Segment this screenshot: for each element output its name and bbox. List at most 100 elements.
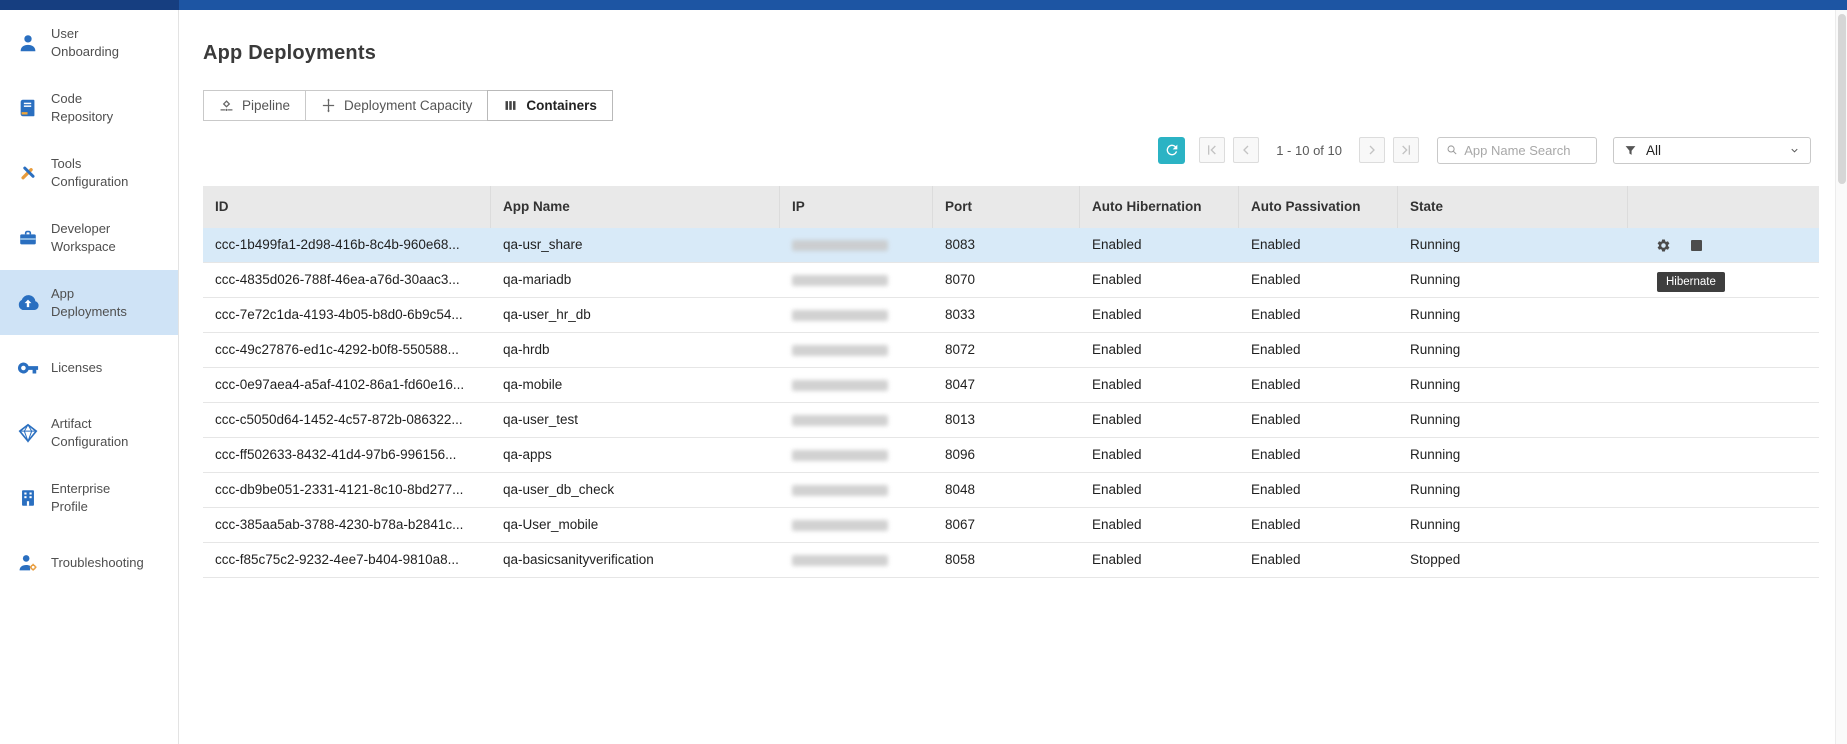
- sidebar-item-tools-configuration[interactable]: Tools Configuration: [0, 140, 178, 205]
- ip-redacted: [792, 380, 888, 391]
- cell-state: Running: [1398, 473, 1628, 507]
- cell-actions: [1628, 333, 1819, 367]
- user-icon: [16, 31, 40, 55]
- table-row[interactable]: ccc-f85c75c2-9232-4ee7-b404-9810a8... qa…: [203, 543, 1819, 578]
- sidebar-item-developer-workspace[interactable]: Developer Workspace: [0, 205, 178, 270]
- cell-ip: [780, 263, 933, 297]
- table-row[interactable]: ccc-7e72c1da-4193-4b05-b8d0-6b9c54... qa…: [203, 298, 1819, 333]
- column-header-state[interactable]: State: [1398, 186, 1628, 228]
- refresh-button[interactable]: [1158, 137, 1185, 164]
- capacity-icon: [321, 98, 336, 113]
- first-page-button[interactable]: [1199, 137, 1225, 163]
- cell-port: 8083: [933, 228, 1080, 262]
- sidebar-item-code-repository[interactable]: Code Repository: [0, 75, 178, 140]
- ip-redacted: [792, 275, 888, 286]
- search-input[interactable]: [1464, 143, 1588, 158]
- table-row[interactable]: ccc-0e97aea4-a5af-4102-86a1-fd60e16... q…: [203, 368, 1819, 403]
- column-header-app-name[interactable]: App Name: [491, 186, 780, 228]
- cell-ip: [780, 508, 933, 542]
- cell-auto-passivation: Enabled: [1239, 228, 1398, 262]
- table-row[interactable]: ccc-ff502633-8432-41d4-97b6-996156... qa…: [203, 438, 1819, 473]
- table-row[interactable]: ccc-c5050d64-1452-4c57-872b-086322... qa…: [203, 403, 1819, 438]
- cell-id: ccc-db9be051-2331-4121-8c10-8bd277...: [203, 473, 491, 507]
- column-header-auto-hibernation[interactable]: Auto Hibernation: [1080, 186, 1239, 228]
- sidebar-item-enterprise-profile[interactable]: Enterprise Profile: [0, 465, 178, 530]
- tab-pipeline[interactable]: Pipeline: [203, 90, 306, 121]
- stop-icon[interactable]: [1691, 240, 1702, 251]
- cell-id: ccc-49c27876-ed1c-4292-b0f8-550588...: [203, 333, 491, 367]
- briefcase-icon: [16, 226, 40, 250]
- tab-deployment-capacity[interactable]: Deployment Capacity: [305, 90, 488, 121]
- previous-page-button[interactable]: [1233, 137, 1259, 163]
- sidebar: User Onboarding Code Repository Tools Co…: [0, 10, 179, 744]
- pipeline-icon: [219, 98, 234, 113]
- last-page-button[interactable]: [1393, 137, 1419, 163]
- cell-id: ccc-4835d026-788f-46ea-a76d-30aac3...: [203, 263, 491, 297]
- last-page-icon: [1398, 142, 1414, 158]
- scrollbar-thumb[interactable]: [1838, 14, 1846, 184]
- cell-id: ccc-385aa5ab-3788-4230-b78a-b2841c...: [203, 508, 491, 542]
- cell-state: Running: [1398, 298, 1628, 332]
- cell-ip: [780, 403, 933, 437]
- cell-port: 8047: [933, 368, 1080, 402]
- cell-actions: [1628, 473, 1819, 507]
- sidebar-item-troubleshooting[interactable]: Troubleshooting: [0, 530, 178, 595]
- table-row[interactable]: ccc-385aa5ab-3788-4230-b78a-b2841c... qa…: [203, 508, 1819, 543]
- sidebar-item-app-deployments[interactable]: App Deployments: [0, 270, 178, 335]
- ip-redacted: [792, 310, 888, 321]
- table-row[interactable]: ccc-4835d026-788f-46ea-a76d-30aac3... qa…: [203, 263, 1819, 298]
- cell-state: Running: [1398, 333, 1628, 367]
- tab-label: Containers: [526, 98, 597, 113]
- column-header-ip[interactable]: IP: [780, 186, 933, 228]
- containers-table: ID App Name IP Port Auto Hibernation Aut…: [203, 186, 1819, 578]
- filter-dropdown[interactable]: All: [1613, 137, 1811, 164]
- column-header-id[interactable]: ID: [203, 186, 491, 228]
- tab-containers[interactable]: Containers: [487, 90, 613, 121]
- cell-auto-hibernation: Enabled: [1080, 368, 1239, 402]
- cell-auto-hibernation: Enabled: [1080, 228, 1239, 262]
- sidebar-item-label: Code Repository: [51, 90, 147, 124]
- cell-auto-hibernation: Enabled: [1080, 298, 1239, 332]
- page-title: App Deployments: [203, 42, 1811, 65]
- cell-port: 8070: [933, 263, 1080, 297]
- cell-port: 8013: [933, 403, 1080, 437]
- cell-actions: [1628, 543, 1819, 577]
- sidebar-item-artifact-configuration[interactable]: Artifact Configuration: [0, 400, 178, 465]
- previous-page-icon: [1238, 142, 1254, 158]
- next-page-button[interactable]: [1359, 137, 1385, 163]
- cell-state: Running: [1398, 438, 1628, 472]
- table-header-row: ID App Name IP Port Auto Hibernation Aut…: [203, 186, 1819, 228]
- tools-icon: [16, 161, 40, 185]
- artifact-diamond-icon: [16, 421, 40, 445]
- cell-port: 8033: [933, 298, 1080, 332]
- table-row[interactable]: ccc-1b499fa1-2d98-416b-8c4b-960e68... qa…: [203, 228, 1819, 263]
- table-row[interactable]: ccc-49c27876-ed1c-4292-b0f8-550588... qa…: [203, 333, 1819, 368]
- cell-ip: [780, 228, 933, 262]
- sidebar-item-label: Troubleshooting: [51, 554, 147, 571]
- troubleshoot-icon: [16, 551, 40, 575]
- sidebar-item-licenses[interactable]: Licenses: [0, 335, 178, 400]
- column-header-actions: [1628, 186, 1819, 228]
- cell-state: Running: [1398, 228, 1628, 262]
- cell-auto-passivation: Enabled: [1239, 473, 1398, 507]
- sidebar-item-label: Tools Configuration: [51, 155, 147, 189]
- sidebar-item-label: App Deployments: [51, 285, 147, 319]
- cell-auto-passivation: Enabled: [1239, 368, 1398, 402]
- funnel-icon: [1624, 144, 1637, 157]
- cell-auto-passivation: Enabled: [1239, 263, 1398, 297]
- column-header-port[interactable]: Port: [933, 186, 1080, 228]
- cell-ip: [780, 473, 933, 507]
- cell-id: ccc-1b499fa1-2d98-416b-8c4b-960e68...: [203, 228, 491, 262]
- cell-auto-hibernation: Enabled: [1080, 263, 1239, 297]
- next-page-icon: [1364, 142, 1380, 158]
- vertical-scrollbar[interactable]: [1835, 10, 1847, 744]
- table-row[interactable]: ccc-db9be051-2331-4121-8c10-8bd277... qa…: [203, 473, 1819, 508]
- cell-actions: [1628, 403, 1819, 437]
- hibernate-gear-icon[interactable]: [1656, 238, 1671, 253]
- sidebar-item-user-onboarding[interactable]: User Onboarding: [0, 10, 178, 75]
- cell-auto-passivation: Enabled: [1239, 333, 1398, 367]
- column-header-auto-passivation[interactable]: Auto Passivation: [1239, 186, 1398, 228]
- first-page-icon: [1204, 142, 1220, 158]
- sidebar-item-label: Developer Workspace: [51, 220, 147, 254]
- cell-app-name: qa-user_test: [491, 403, 780, 437]
